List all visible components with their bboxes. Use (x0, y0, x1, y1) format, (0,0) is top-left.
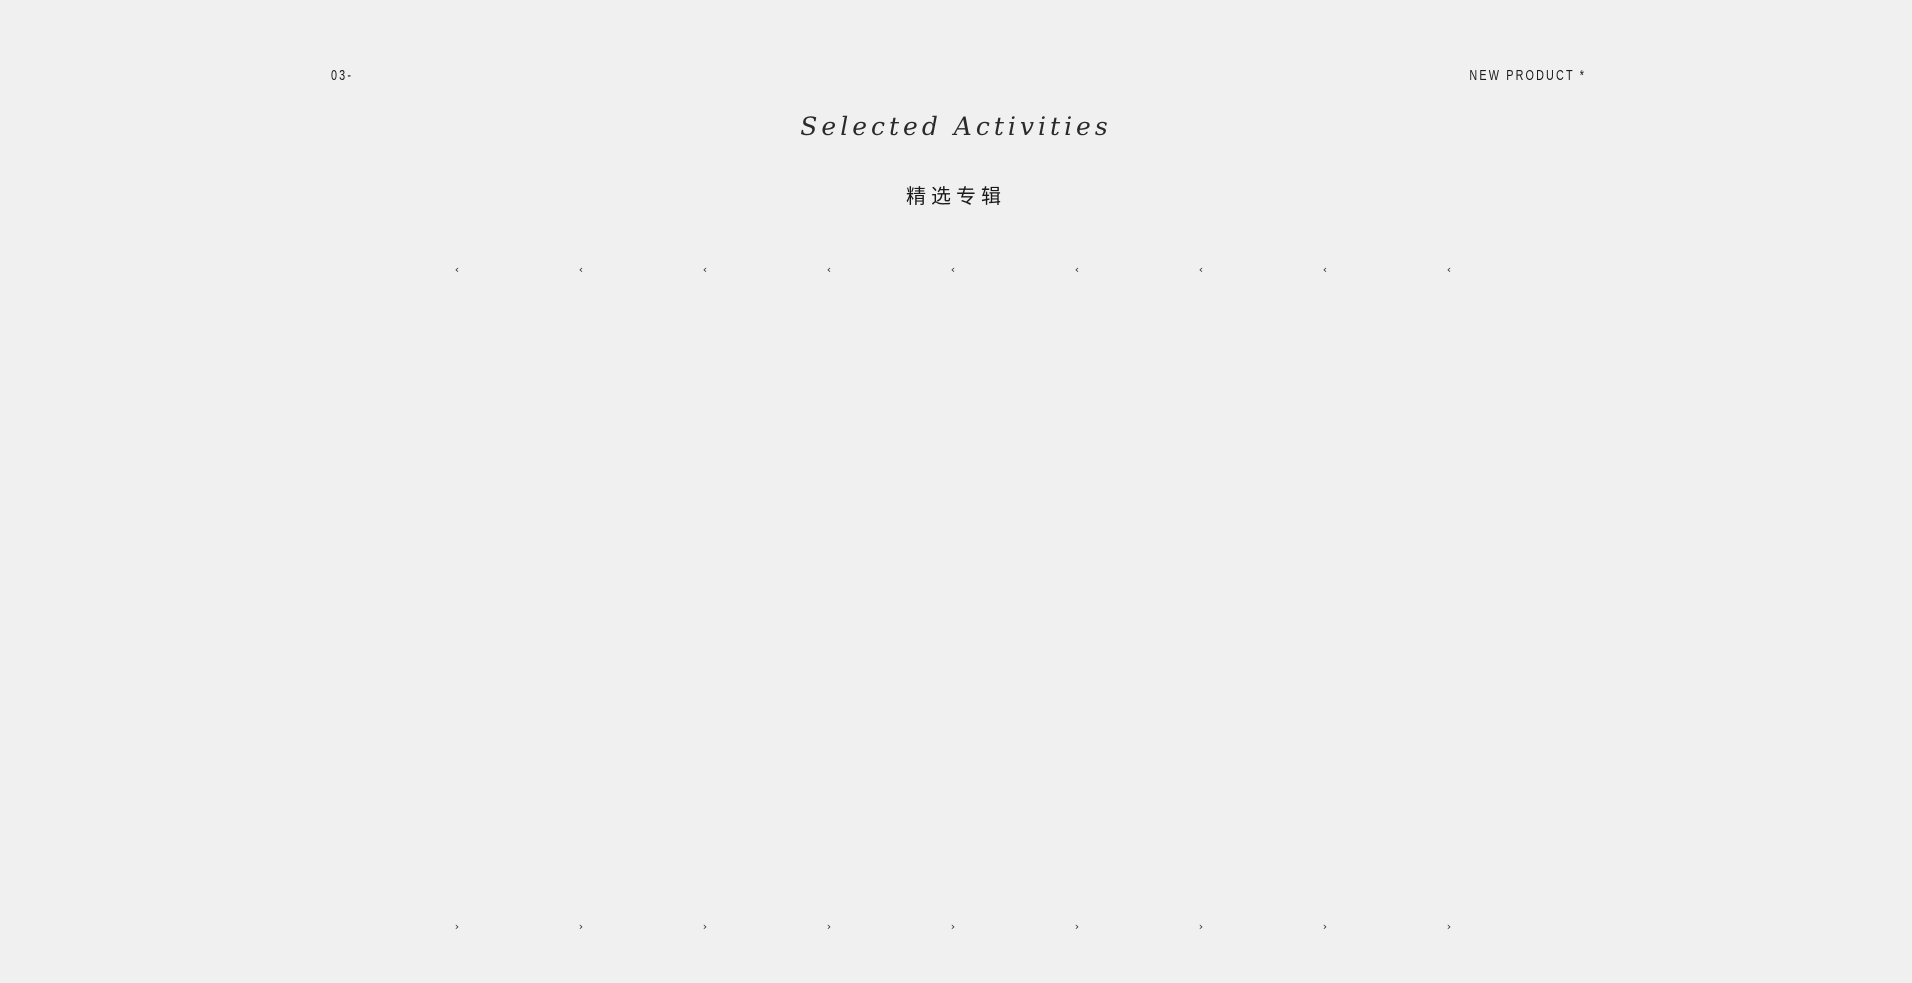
prev-arrow-icon[interactable]: ‹ (823, 262, 835, 278)
next-arrow-icon[interactable]: › (451, 919, 463, 935)
prev-arrow-icon[interactable]: ‹ (575, 262, 587, 278)
prev-arrow-icon[interactable]: ‹ (699, 262, 711, 278)
next-arrow-icon[interactable]: › (823, 919, 835, 935)
prev-arrow-icon[interactable]: ‹ (1319, 262, 1331, 278)
page: 03- NEW PRODUCT * Selected Activities 精选… (0, 0, 1912, 983)
next-arrow-icon[interactable]: › (1319, 919, 1331, 935)
chinese-title: 精选专辑 (906, 184, 1006, 208)
script-title: Selected Activities (800, 112, 1112, 141)
next-arrow-icon[interactable]: › (947, 919, 959, 935)
next-arrow-icon[interactable]: › (1443, 919, 1455, 935)
prev-arrow-icon[interactable]: ‹ (1195, 262, 1207, 278)
section-number: 03- (331, 67, 354, 84)
next-arrow-icon[interactable]: › (1195, 919, 1207, 935)
next-arrow-row: › › › › › › › › › (0, 919, 1912, 935)
prev-arrow-row: ‹ ‹ ‹ ‹ ‹ ‹ ‹ ‹ ‹ (0, 262, 1912, 278)
next-arrow-icon[interactable]: › (1071, 919, 1083, 935)
next-arrow-icon[interactable]: › (575, 919, 587, 935)
prev-arrow-icon[interactable]: ‹ (1443, 262, 1455, 278)
prev-arrow-icon[interactable]: ‹ (451, 262, 463, 278)
section-tag: NEW PRODUCT * (1469, 67, 1586, 84)
prev-arrow-icon[interactable]: ‹ (1071, 262, 1083, 278)
next-arrow-icon[interactable]: › (699, 919, 711, 935)
prev-arrow-icon[interactable]: ‹ (947, 262, 959, 278)
